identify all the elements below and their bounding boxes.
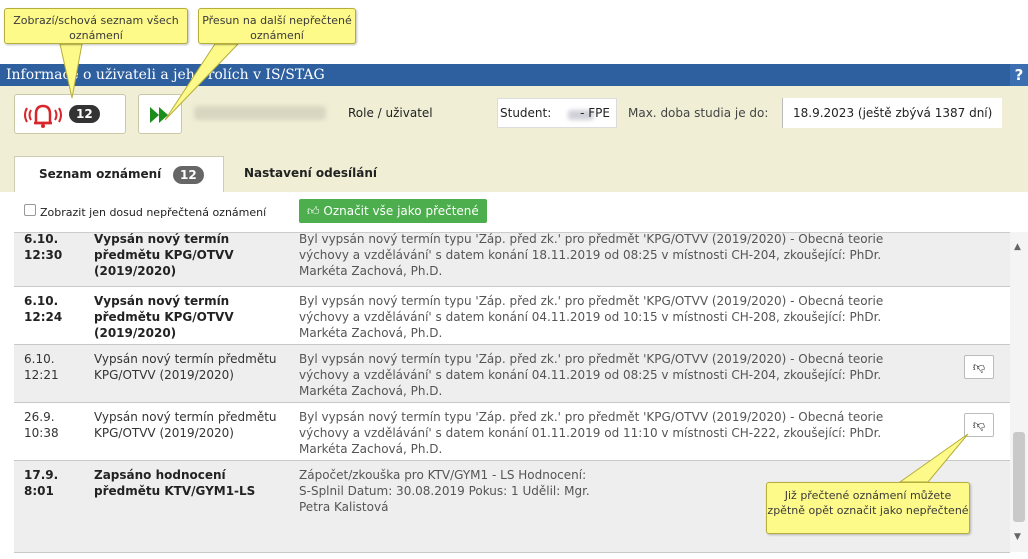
filter-row: Zobrazit jen dosud nepřečtená oznámení 👍… <box>0 192 1028 232</box>
item-description: Byl vypsán nový termín typu 'Záp. před z… <box>299 410 884 456</box>
tab-notification-list-label: Seznam oznámení <box>39 167 162 181</box>
item-description: Byl vypsán nový termín typu 'Záp. před z… <box>299 352 884 398</box>
mark-all-read-label: Označit vše jako přečtené <box>323 204 479 218</box>
item-date: 26.9. 10:38 <box>24 410 59 440</box>
item-subject: Vypsán nový termín předmětu KPG/OTVV (20… <box>94 294 234 340</box>
bell-alarm-icon <box>24 104 62 128</box>
user-info-bar: 12 Role / uživatel Student: - FPE Max. d… <box>0 86 1028 143</box>
list-item[interactable]: 6.10. 12:30 Vypsán nový termín předmětu … <box>14 232 1010 287</box>
unread-only-checkbox[interactable] <box>24 204 36 216</box>
alarm-count-badge: 12 <box>69 105 100 123</box>
mark-unread-button[interactable]: 👎︎ <box>964 355 994 379</box>
thumbs-down-icon: 👎︎ <box>972 418 986 432</box>
window-title: Informace o uživateli a jeho rolích v IS… <box>6 67 325 83</box>
tooltip-next-unread: Přesun na další nepřečtené oznámení <box>198 8 356 44</box>
item-subject: Zapsáno hodnocení předmětu KTV/GYM1-LS <box>94 468 256 498</box>
role-student-label: Student: <box>500 106 552 120</box>
thumbs-up-icon: 👍︎ <box>307 204 320 218</box>
fast-forward-icon <box>150 107 168 123</box>
scrollbar-thumb[interactable] <box>1013 432 1025 522</box>
item-date: 6.10. 12:24 <box>24 294 63 324</box>
item-description: Byl vypsán nový termín typu 'Záp. před z… <box>299 232 884 278</box>
thumbs-down-icon: 👎︎ <box>972 360 986 374</box>
next-unread-button[interactable] <box>138 94 182 134</box>
faculty-label: - FPE <box>580 106 610 120</box>
tooltip-toggle-list: Zobrazí/schová seznam všech oznámení <box>4 8 188 44</box>
user-name-redacted <box>194 106 326 120</box>
list-scrollbar[interactable]: ▲ ▼ <box>1010 232 1028 552</box>
scroll-down-icon[interactable]: ▼ <box>1014 532 1021 542</box>
tabs-bar: Seznam oznámení 12 Nastavení odesílání <box>0 142 1028 193</box>
role-label: Role / uživatel <box>348 106 433 120</box>
item-description: Byl vypsán nový termín typu 'Záp. před z… <box>299 294 884 340</box>
item-subject: Vypsán nový termín předmětu KPG/OTVV (20… <box>94 232 234 278</box>
item-subject: Vypsán nový termín předmětu KPG/OTVV (20… <box>94 352 277 382</box>
list-item[interactable]: 6.10. 12:21 Vypsán nový termín předmětu … <box>14 345 1010 403</box>
tab-notification-list[interactable]: Seznam oznámení 12 <box>14 156 224 193</box>
tooltip-mark-unread: Již přečtené oznámení můžete zpětně opět… <box>766 482 970 534</box>
max-study-value: 18.9.2023 (ještě zbývá 1387 dní) <box>782 98 1003 128</box>
tab-notification-count: 12 <box>173 166 204 184</box>
window-titlebar: Informace o uživateli a jeho rolích v IS… <box>0 64 1028 86</box>
help-button[interactable]: ? <box>1010 64 1028 86</box>
role-select[interactable]: Student: - FPE <box>497 98 617 128</box>
item-description: Zápočet/zkouška pro KTV/GYM1 - LS Hodnoc… <box>299 468 590 514</box>
role-label-text: Role / uživatel <box>348 106 433 120</box>
list-item[interactable]: 6.10. 12:24 Vypsán nový termín předmětu … <box>14 287 1010 345</box>
toggle-notifications-button[interactable]: 12 <box>14 94 126 134</box>
mark-all-read-button[interactable]: 👍︎ Označit vše jako přečtené <box>299 199 487 223</box>
item-subject: Vypsán nový termín předmětu KPG/OTVV (20… <box>94 410 277 440</box>
tab-sending-settings[interactable]: Nastavení odesílání <box>244 166 377 180</box>
list-item[interactable]: 26.9. 10:38 Vypsán nový termín předmětu … <box>14 403 1010 461</box>
unread-only-label[interactable]: Zobrazit jen dosud nepřečtená oznámení <box>40 206 266 219</box>
item-date: 6.10. 12:21 <box>24 352 59 382</box>
scroll-up-icon[interactable]: ▲ <box>1014 242 1021 252</box>
item-date: 17.9. 8:01 <box>24 468 59 498</box>
item-date: 6.10. 12:30 <box>24 232 63 262</box>
mark-unread-button[interactable]: 👎︎ <box>964 413 994 437</box>
max-study-label: Max. doba studia je do: <box>628 106 769 120</box>
